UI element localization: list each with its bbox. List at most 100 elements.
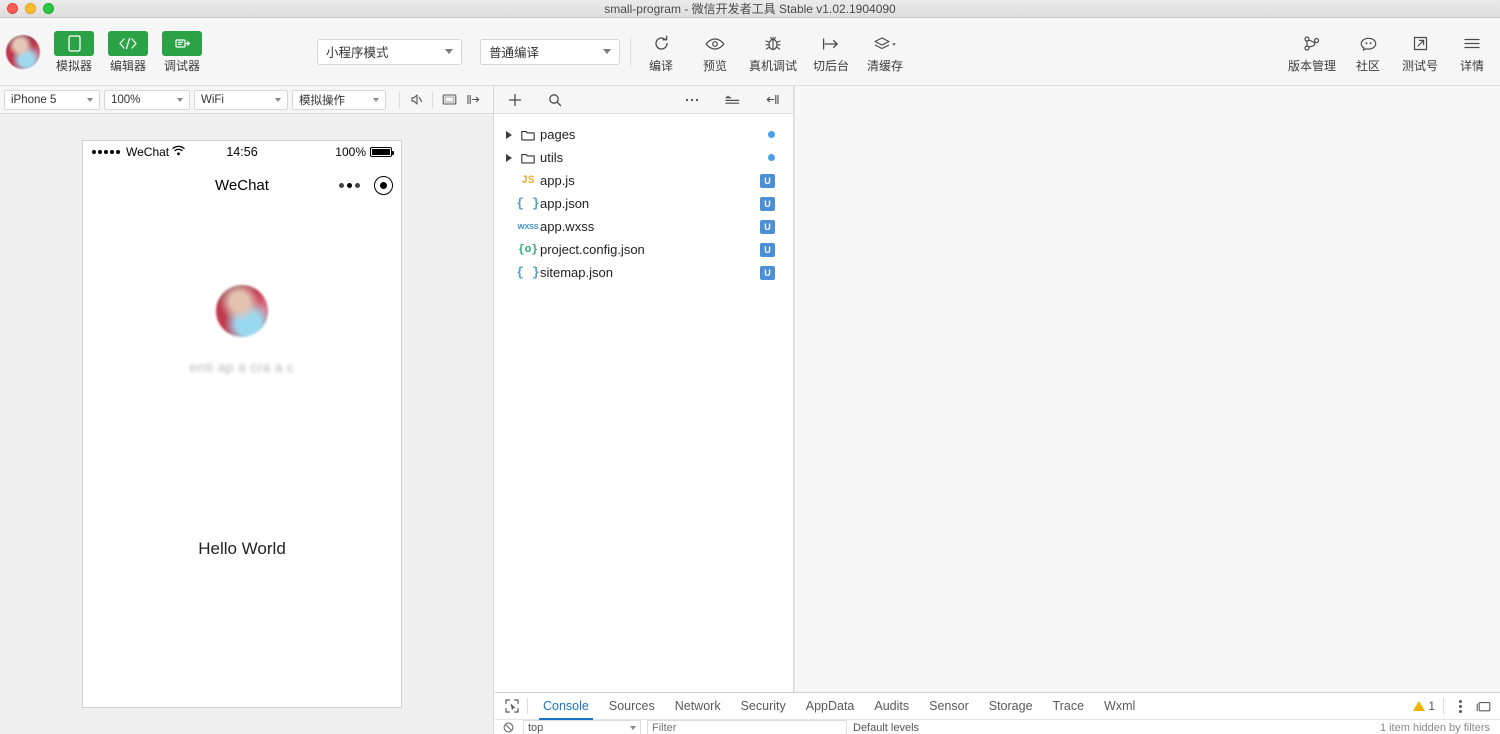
version-control-button[interactable]: 版本管理 [1288, 31, 1336, 72]
devtools-tab-storage[interactable]: Storage [979, 693, 1043, 720]
collapse-right-icon[interactable] [462, 90, 484, 110]
community-button[interactable]: 社区 [1348, 31, 1388, 72]
devtools-tab-wxml[interactable]: Wxml [1094, 693, 1145, 720]
inspect-element-icon[interactable] [499, 699, 525, 713]
mute-icon[interactable] [405, 90, 427, 110]
capsule-buttons[interactable] [339, 175, 393, 195]
panel-toggle-editor[interactable]: 编辑器 [108, 31, 148, 72]
chevron-down-icon [87, 97, 93, 102]
zoom-select[interactable]: 100% [104, 89, 190, 110]
app-window: small-program - 微信开发者工具 Stable v1.02.190… [0, 0, 1500, 734]
chevron-down-icon [630, 725, 636, 730]
user-info-block: enti ap a cra a c [83, 285, 401, 375]
chat-icon [1348, 31, 1388, 56]
simulate-action-select[interactable]: 模拟操作 [292, 89, 386, 110]
community-button-label: 社区 [1355, 59, 1380, 73]
console-filter-input[interactable] [647, 720, 847, 734]
config-icon: {o} [518, 243, 538, 256]
details-button[interactable]: 详情 [1452, 31, 1492, 72]
simulator-icon-group [396, 90, 484, 110]
tree-row-app-js[interactable]: JS app.js U [494, 169, 793, 192]
panel-toggle-simulator[interactable]: 模拟器 [54, 31, 94, 72]
devtools-tabbar: Console Sources Network Security AppData… [495, 693, 1500, 720]
folder-icon [516, 129, 540, 141]
chevron-right-icon[interactable] [502, 153, 516, 162]
phone-icon [54, 31, 94, 56]
compile-button-label: 编译 [648, 59, 673, 73]
tree-row-utils[interactable]: utils [494, 146, 793, 169]
console-context-select[interactable]: top [523, 720, 641, 734]
search-icon[interactable] [544, 90, 566, 110]
devtools-tabbar-right: 1 [1413, 696, 1500, 716]
network-select-value: WiFi [201, 93, 224, 106]
screen-icon[interactable] [438, 90, 460, 110]
target-icon[interactable] [374, 175, 393, 195]
tab-label: Storage [988, 699, 1033, 713]
modified-dot-icon [768, 131, 775, 138]
device-select[interactable]: iPhone 5 [4, 89, 100, 110]
tree-row-app-json[interactable]: { } app.json U [494, 192, 793, 215]
console-filter-bar: top Default levels 1 item hidden by filt… [495, 720, 1500, 734]
devtools-tab-trace[interactable]: Trace [1043, 693, 1095, 720]
user-avatar[interactable] [6, 34, 40, 69]
devtools-tab-console[interactable]: Console [533, 693, 599, 720]
network-select[interactable]: WiFi [194, 89, 288, 110]
more-icon[interactable] [681, 90, 703, 110]
chevron-down-icon [373, 97, 379, 102]
tree-row-sitemap-json[interactable]: { } sitemap.json U [494, 261, 793, 284]
devtools-tab-appdata[interactable]: AppData [796, 693, 865, 720]
console-levels-value: Default levels [853, 721, 920, 734]
details-button-label: 详情 [1459, 59, 1484, 73]
tree-item-label: app.wxss [540, 219, 595, 234]
phone-page-body: enti ap a cra a c Hello World [83, 207, 401, 707]
phone-frame: WeChat 14:56 100% WeChat enti ap a cra a… [82, 140, 402, 708]
devtools-tab-audits[interactable]: Audits [864, 693, 919, 720]
compile-button[interactable]: 编译 [641, 31, 681, 72]
simulator-stage: WeChat 14:56 100% WeChat enti ap a cra a… [0, 114, 493, 734]
editor-content-area[interactable] [794, 86, 1500, 734]
tree-row-app-wxss[interactable]: WXSS app.wxss U [494, 215, 793, 238]
clear-console-icon[interactable] [499, 722, 517, 733]
zoom-select-value: 100% [111, 93, 141, 106]
tree-row-pages[interactable]: pages [494, 123, 793, 146]
workspace: iPhone 5 100% WiFi 模拟操作 WeChat 14:56 100… [0, 86, 1500, 734]
tree-item-label: pages [540, 127, 576, 142]
preview-button[interactable]: 预览 [695, 31, 735, 72]
chevron-down-icon [603, 49, 611, 54]
clear-cache-button[interactable]: 清缓存 [865, 31, 905, 72]
tree-item-label: utils [540, 150, 564, 165]
file-tree: pages utils JS app.js U {} app.json U W… [494, 114, 793, 734]
mode-select[interactable]: 小程序模式 [317, 38, 462, 65]
tree-row-project-config[interactable]: {o} project.config.json U [494, 238, 793, 261]
more-dots-icon[interactable] [339, 182, 360, 188]
nav-title: WeChat [215, 176, 269, 194]
chevron-right-icon[interactable] [502, 130, 516, 139]
devtools-tab-network[interactable]: Network [665, 693, 731, 720]
collapse-left-icon[interactable] [761, 90, 783, 110]
preview-button-label: 预览 [702, 59, 727, 73]
devtools-tab-sensor[interactable]: Sensor [919, 693, 979, 720]
devtools-tab-sources[interactable]: Sources [599, 693, 665, 720]
refresh-icon [641, 31, 681, 56]
chevron-down-icon [177, 97, 183, 102]
background-button[interactable]: 切后台 [811, 31, 851, 72]
dock-position-icon[interactable] [1472, 696, 1494, 716]
devtools-tab-security[interactable]: Security [731, 693, 796, 720]
warning-badge[interactable]: 1 [1413, 699, 1435, 713]
simulate-action-value: 模拟操作 [299, 94, 345, 107]
device-select-value: iPhone 5 [11, 93, 57, 106]
simulator-panel: iPhone 5 100% WiFi 模拟操作 WeChat 14:56 100… [0, 86, 494, 734]
panel-toggle-debugger[interactable]: 调试器 [162, 31, 202, 72]
eye-icon [695, 31, 735, 56]
devtools-menu-icon[interactable] [1455, 699, 1466, 713]
outline-icon[interactable] [721, 90, 743, 110]
real-device-debug-button[interactable]: 真机调试 [749, 31, 797, 72]
add-icon[interactable] [504, 90, 526, 110]
tab-label: Sensor [929, 699, 969, 713]
compile-select[interactable]: 普通编译 [480, 38, 620, 65]
test-account-button[interactable]: 测试号 [1400, 31, 1440, 72]
folder-icon [516, 152, 540, 164]
modified-dot-icon [768, 154, 775, 161]
console-levels-select[interactable]: Default levels [853, 722, 923, 734]
tree-item-label: app.json [540, 196, 590, 211]
